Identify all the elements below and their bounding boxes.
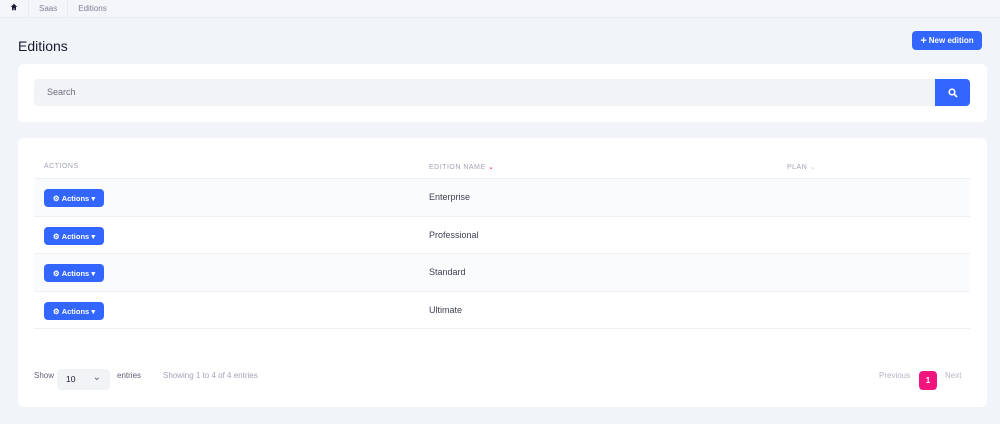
actions-dropdown-button[interactable]: ⚙ Actions ▾ — [44, 227, 104, 245]
search-button[interactable] — [935, 79, 970, 106]
breadcrumb-editions: Editions — [78, 3, 107, 13]
actions-dropdown-button[interactable]: ⚙ Actions ▾ — [44, 264, 104, 282]
previous-button[interactable]: Previous — [879, 371, 910, 380]
caret-down-icon: ▾ — [89, 268, 96, 278]
header-plan[interactable]: PLAN ⌄ — [787, 163, 816, 171]
caret-down-icon: ▾ — [89, 306, 96, 316]
chevron-down-icon: ⌄ — [92, 372, 101, 383]
table-info: Showing 1 to 4 of 4 entries — [163, 371, 258, 380]
edition-name: Professional — [429, 230, 479, 240]
table-row: ⚙ Actions ▾ Ultimate — [34, 291, 970, 329]
gear-icon: ⚙ — [52, 231, 62, 241]
header-actions: ACTIONS — [44, 163, 79, 170]
page-1-button[interactable]: 1 — [919, 371, 937, 390]
home-icon[interactable] — [0, 0, 29, 18]
sort-desc-icon: ⌄ — [488, 164, 495, 171]
edition-name: Enterprise — [429, 192, 471, 202]
edition-name: Standard — [429, 267, 466, 277]
editions-table: ACTIONS EDITION NAME ⌄ PLAN ⌄ ⚙ Actions … — [18, 138, 987, 407]
new-edition-button[interactable]: + New edition — [912, 31, 982, 50]
actions-dropdown-button[interactable]: ⚙ Actions ▾ — [44, 302, 104, 320]
table-row: ⚙ Actions ▾ Standard — [34, 253, 970, 291]
table-row: ⚙ Actions ▾ Enterprise — [34, 178, 970, 216]
search-card: Search — [18, 64, 987, 122]
page-size-select[interactable]: 10 ⌄ — [57, 369, 110, 390]
search-icon — [947, 87, 958, 98]
actions-dropdown-button[interactable]: ⚙ Actions ▾ — [44, 189, 104, 207]
gear-icon: ⚙ — [52, 268, 62, 278]
caret-down-icon: ▾ — [89, 231, 96, 241]
table-row: ⚙ Actions ▾ Professional — [34, 216, 970, 254]
plus-icon: + — [920, 34, 927, 47]
show-label: Show — [34, 371, 55, 380]
gear-icon: ⚙ — [52, 193, 62, 203]
header-edition-name[interactable]: EDITION NAME ⌄ — [429, 163, 494, 171]
page-title: Editions — [18, 38, 68, 54]
sort-icon: ⌄ — [809, 164, 817, 171]
edition-name: Ultimate — [429, 305, 463, 315]
search-input[interactable]: Search — [34, 79, 935, 106]
breadcrumb: Saas Editions — [0, 0, 1000, 18]
breadcrumb-saas[interactable]: Saas — [29, 0, 69, 18]
entries-label: entries — [117, 371, 142, 380]
caret-down-icon: ▾ — [89, 193, 96, 203]
next-button[interactable]: Next — [945, 371, 961, 380]
gear-icon: ⚙ — [52, 306, 62, 316]
